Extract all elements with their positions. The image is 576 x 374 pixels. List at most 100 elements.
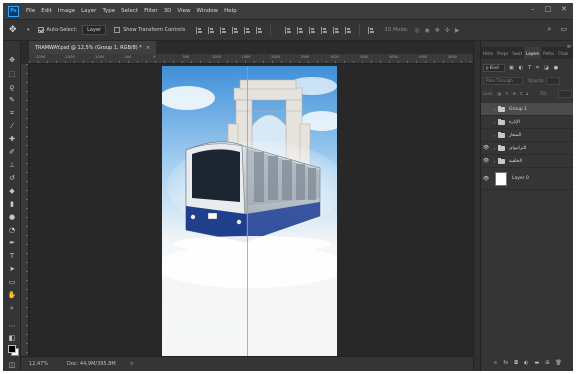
gradient-tool-icon[interactable]: ▮ xyxy=(7,199,17,209)
more-tools-icon[interactable]: ⋯ xyxy=(7,321,17,331)
zoom-tool-icon[interactable]: ⌕ xyxy=(7,303,17,313)
distribute-top-icon[interactable] xyxy=(285,26,292,34)
default-colors-icon[interactable]: ◧ xyxy=(7,333,17,343)
opacity-field[interactable] xyxy=(546,76,561,85)
auto-select-dropdown[interactable]: Layer xyxy=(82,25,107,35)
panel-menu-icon[interactable]: ≡ xyxy=(567,44,571,50)
roll-3d-icon[interactable]: ◉ xyxy=(425,27,430,34)
align-right-icon[interactable] xyxy=(256,26,263,34)
document-info[interactable]: Doc: 44,9M/395,8M xyxy=(67,361,116,367)
close-icon[interactable]: × xyxy=(146,45,150,51)
scale-3d-icon[interactable]: ▶ xyxy=(455,27,460,34)
fill-field[interactable] xyxy=(558,89,572,98)
blur-tool-icon[interactable]: ● xyxy=(7,212,17,222)
dodge-tool-icon[interactable]: ◔ xyxy=(7,225,17,235)
brush-tool-icon[interactable]: ✐ xyxy=(7,147,17,157)
close-window-icon[interactable]: ✕ xyxy=(561,5,567,13)
show-transform-checkbox[interactable] xyxy=(114,27,121,33)
clone-stamp-tool-icon[interactable]: ⊥ xyxy=(7,160,17,170)
auto-align-icon[interactable] xyxy=(368,26,375,34)
lock-position-icon[interactable]: ✥ xyxy=(513,91,516,96)
filter-pixel-icon[interactable]: ▣ xyxy=(509,65,514,71)
distribute-left-icon[interactable] xyxy=(321,26,328,34)
distribute-right-icon[interactable] xyxy=(345,26,352,34)
menu-view[interactable]: View xyxy=(174,8,193,14)
minimize-icon[interactable]: – xyxy=(531,5,535,13)
layer-row[interactable]: › الإنارة xyxy=(481,116,573,129)
tab-properties[interactable]: Props xyxy=(495,47,510,59)
filter-adjustment-icon[interactable]: ◐ xyxy=(519,65,523,71)
move-tool-icon[interactable]: ✥ xyxy=(7,55,17,65)
chevron-right-icon[interactable]: › xyxy=(491,159,498,164)
slide-3d-icon[interactable]: ✣ xyxy=(445,27,450,34)
orbit-3d-icon[interactable]: ◎ xyxy=(414,27,419,34)
crop-tool-icon[interactable]: ⌗ xyxy=(7,108,17,118)
trash-icon[interactable]: 🗑︎ xyxy=(555,360,561,366)
pen-tool-icon[interactable]: ✒ xyxy=(7,238,17,248)
workspace-icon[interactable]: ▭ xyxy=(560,25,567,34)
filter-smart-object-icon[interactable]: ◪ xyxy=(544,65,549,71)
pan-3d-icon[interactable]: ✥ xyxy=(435,27,440,34)
healing-brush-tool-icon[interactable]: ✚ xyxy=(7,134,17,144)
tab-paths[interactable]: Paths xyxy=(541,47,556,59)
filter-type-icon[interactable]: T xyxy=(528,65,531,71)
shape-tool-icon[interactable]: ▭ xyxy=(7,277,17,287)
new-group-icon[interactable]: ▬ xyxy=(534,360,539,366)
lock-all-icon[interactable]: 🔒︎ xyxy=(526,91,528,96)
add-mask-icon[interactable]: ◘ xyxy=(514,360,518,366)
tab-histogram[interactable]: Histo xyxy=(481,47,495,59)
quick-select-tool-icon[interactable]: ✎ xyxy=(7,95,17,105)
horizontal-ruler[interactable]: -2000 -1500 -1000 -500 0 500 1000 1500 2000 2500 3… xyxy=(29,54,473,64)
move-tool-icon[interactable]: ✥ xyxy=(9,25,27,35)
marquee-tool-icon[interactable]: ⬚ xyxy=(7,69,17,79)
menu-type[interactable]: Type xyxy=(99,8,118,14)
layer-style-icon[interactable]: fx xyxy=(503,360,508,366)
layer-row[interactable]: 👁︎ › الترامواي xyxy=(481,142,573,155)
align-vcenter-icon[interactable] xyxy=(208,26,215,34)
chevron-right-icon[interactable]: › xyxy=(491,146,498,151)
foreground-color-swatch[interactable] xyxy=(8,345,16,353)
distribute-bottom-icon[interactable] xyxy=(309,26,316,34)
blend-mode-dropdown[interactable]: Pass Through xyxy=(483,76,523,85)
menu-file[interactable]: File xyxy=(23,8,38,14)
search-icon[interactable]: ⌕ xyxy=(547,25,551,34)
menu-layer[interactable]: Layer xyxy=(78,8,99,14)
lock-transparent-icon[interactable]: ▦ xyxy=(497,91,501,96)
tab-layers[interactable]: Layers xyxy=(524,47,542,59)
menu-3d[interactable]: 3D xyxy=(161,8,175,14)
document-canvas[interactable] xyxy=(162,66,337,356)
layer-row[interactable]: › الشعار xyxy=(481,129,573,142)
eye-icon[interactable]: 👁︎ xyxy=(481,145,491,151)
auto-select-checkbox[interactable] xyxy=(37,27,44,33)
document-tab[interactable]: TRAMWAY.psd @ 12,5% (Group 1, RGB/8) * × xyxy=(29,41,157,54)
eyedropper-tool-icon[interactable]: ⁄ xyxy=(7,121,17,131)
filter-shape-icon[interactable]: ⌗ xyxy=(536,65,539,71)
filter-toggle-icon[interactable]: ● xyxy=(554,65,558,71)
chevron-right-icon[interactable]: › xyxy=(491,120,498,125)
layer-row[interactable]: 👁︎ Layer 0 xyxy=(481,168,573,190)
link-layers-icon[interactable]: ∞ xyxy=(493,360,497,366)
lock-artboard-icon[interactable]: ⌗ xyxy=(520,91,522,96)
distribute-vcenter-icon[interactable] xyxy=(297,26,304,34)
eye-icon[interactable]: 👁︎ xyxy=(481,176,491,182)
path-select-tool-icon[interactable]: ➤ xyxy=(7,264,17,274)
type-tool-icon[interactable]: T xyxy=(7,251,17,261)
menu-select[interactable]: Select xyxy=(118,8,141,14)
lasso-tool-icon[interactable]: ϱ xyxy=(7,82,17,92)
lock-brush-icon[interactable]: ✎ xyxy=(505,91,508,96)
layer-row[interactable]: › Group 1 xyxy=(481,103,573,116)
vertical-ruler[interactable] xyxy=(21,64,29,356)
distribute-hcenter-icon[interactable] xyxy=(333,26,340,34)
layer-row[interactable]: 👁︎ › الخلفية xyxy=(481,155,573,168)
collapsed-panel-strip[interactable] xyxy=(473,41,480,371)
align-bottom-icon[interactable] xyxy=(220,26,227,34)
vertical-guide[interactable] xyxy=(247,66,248,356)
chevron-right-icon[interactable]: › xyxy=(491,133,498,138)
eye-icon[interactable]: 👁︎ xyxy=(481,158,491,164)
menu-image[interactable]: Image xyxy=(55,8,78,14)
chevron-right-icon[interactable]: › xyxy=(491,107,498,112)
hand-tool-icon[interactable]: ✋ xyxy=(7,290,17,300)
align-top-icon[interactable] xyxy=(196,26,203,34)
eraser-tool-icon[interactable]: ◆ xyxy=(7,186,17,196)
quick-mask-icon[interactable]: ◫ xyxy=(7,360,17,370)
